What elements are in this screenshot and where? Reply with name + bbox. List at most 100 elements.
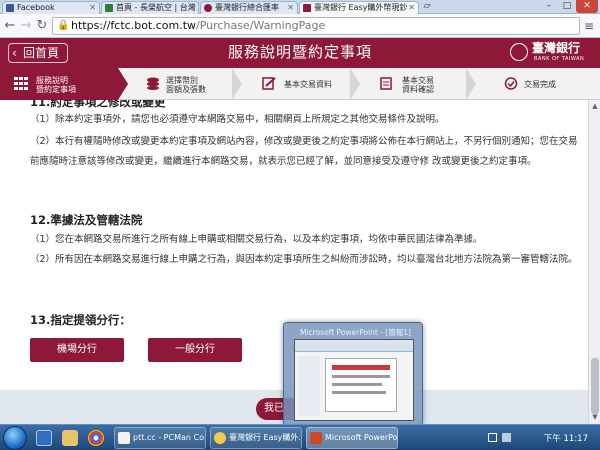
ppt-slide-list <box>298 356 320 416</box>
page-scrollbar[interactable]: ▲ ▼ <box>588 100 600 424</box>
windows-taskbar: ptt.cc - PCMan Co... 臺灣銀行 Easy購外... Micr… <box>0 424 600 450</box>
lock-icon: 🔒 <box>57 20 70 31</box>
taskbar-item-chrome[interactable]: 臺灣銀行 Easy購外... <box>210 427 302 449</box>
step-label: 面額及張數 <box>166 85 206 94</box>
ppt-slide <box>325 358 397 412</box>
chevron-left-icon: ‹ <box>12 46 17 60</box>
confirm-doc-icon <box>380 77 392 90</box>
powerpoint-icon <box>310 432 322 444</box>
window-close-button[interactable]: ✕ <box>576 0 598 13</box>
system-tray: 下午 11:17 <box>484 425 600 450</box>
taskbar-preview-popup[interactable]: Microsoft PowerPoint - [簡報1] <box>283 322 423 426</box>
browser-toolbar: ← → ↻ 🔒 https://fctc.bot.com.tw/Purchase… <box>0 14 600 38</box>
step-label: 基本交易 <box>402 76 434 85</box>
tab-title: 臺灣銀行總合匯率 <box>215 3 279 12</box>
step-complete: 交易完成 <box>486 68 596 100</box>
bank-seal-icon <box>510 43 528 61</box>
step-label: 服務說明 <box>36 76 68 85</box>
slide-text-line <box>332 391 386 394</box>
terms-paragraph: （1）除本約定事項外，請您也必須遵守本網路交易中，相關網頁上所規定之其他交易條件… <box>30 114 445 125</box>
chrome-icon <box>214 432 226 444</box>
bank-header: ‹ 回首頁 服務說明暨約定事項 臺灣銀行 BANK OF TAIWAN <box>0 38 600 68</box>
step-label: 交易完成 <box>524 80 556 89</box>
tab-title: 臺灣銀行 Easy購外幣現鈔 <box>314 3 408 12</box>
section-title: 11.約定事項之修改或變更 <box>30 100 166 109</box>
step-progress: 服務說明 暨約定事項 選擇幣別 面額及張數 基本交易資料 基本交易 資料確認 交… <box>0 68 600 100</box>
page-title: 服務說明暨約定事項 <box>227 43 372 61</box>
facebook-icon <box>6 4 14 12</box>
start-icon[interactable] <box>3 426 27 450</box>
section-title: 12.準據法及管轄法院 <box>30 213 143 227</box>
close-icon[interactable]: ✕ <box>188 2 195 14</box>
step-currency: 選擇幣別 面額及張數 <box>136 68 236 100</box>
step-arrow <box>466 68 476 100</box>
maximize-button[interactable]: □ <box>558 0 576 13</box>
tab-evaair[interactable]: 首頁 - 長榮航空 | 台灣 ✕ <box>101 1 199 14</box>
home-button-label: 回首頁 <box>23 46 60 60</box>
slide-text-line <box>332 375 390 378</box>
step-label: 暨約定事項 <box>36 85 76 94</box>
preview-title: Microsoft PowerPoint - [簡報1] <box>300 328 411 337</box>
home-button[interactable]: ‹ 回首頁 <box>8 43 69 63</box>
scroll-up-icon[interactable]: ▲ <box>590 101 600 111</box>
task-label: Microsoft PowerPoi... <box>325 433 398 442</box>
step-arrow <box>350 68 360 100</box>
url-host: https://fctc.bot.com.tw <box>71 19 197 32</box>
edit-icon <box>262 77 276 90</box>
scroll-down-icon[interactable]: ▼ <box>590 412 600 422</box>
taskbar-item-ptt[interactable]: ptt.cc - PCMan Co... <box>114 427 206 449</box>
preview-thumbnail[interactable] <box>294 339 414 421</box>
tab-bot-easy[interactable]: 臺灣銀行 Easy購外幣現鈔 ✕ <box>299 1 419 14</box>
step-basic-data: 基本交易資料 <box>252 68 352 100</box>
airport-branch-button[interactable]: 機場分行 <box>30 338 124 362</box>
ppt-ribbon <box>295 340 413 352</box>
bank-logo-en: BANK OF TAIWAN <box>534 56 585 62</box>
close-icon[interactable]: ✕ <box>408 2 415 14</box>
new-tab-button[interactable]: ▱ <box>420 0 434 13</box>
chrome-icon[interactable] <box>88 430 104 446</box>
pcman-icon <box>118 432 130 444</box>
step-label: 基本交易資料 <box>284 80 332 89</box>
check-circle-icon <box>504 77 518 90</box>
clock[interactable]: 下午 11:17 <box>544 432 588 444</box>
network-icon[interactable] <box>488 433 497 442</box>
slide-title-bar <box>332 365 390 370</box>
general-branch-button[interactable]: 一般分行 <box>148 338 242 362</box>
step-label: 資料確認 <box>402 85 434 94</box>
browser-tab-strip: Facebook ✕ 首頁 - 長榮航空 | 台灣 ✕ 臺灣銀行總合匯率 ✕ 臺… <box>0 0 600 14</box>
evaair-icon <box>105 4 113 12</box>
terms-paragraph: （2）所有因在本網路交易進行線上申購之行為，與因本約定事項所生之糾紛而涉訟時，均… <box>30 254 578 265</box>
reload-icon[interactable]: ↻ <box>34 18 50 34</box>
minimize-button[interactable]: – <box>540 0 558 13</box>
bank-logo: 臺灣銀行 BANK OF TAIWAN <box>510 41 592 65</box>
close-icon[interactable]: ✕ <box>89 2 96 14</box>
menu-icon[interactable]: ≡ <box>584 19 596 33</box>
taskbar-item-powerpoint[interactable]: Microsoft PowerPoi... <box>306 427 398 449</box>
ie-icon[interactable] <box>36 430 52 446</box>
step-service-terms: 服務說明 暨約定事項 <box>0 68 118 100</box>
tab-facebook[interactable]: Facebook ✕ <box>2 1 100 14</box>
close-icon[interactable]: ✕ <box>287 2 294 14</box>
coins-icon <box>147 77 159 90</box>
section-title: 13.指定提領分行： <box>30 313 131 327</box>
tab-title: 首頁 - 長榮航空 | 台灣 <box>116 3 196 12</box>
address-bar[interactable]: 🔒 https://fctc.bot.com.tw/Purchase/Warni… <box>52 17 580 35</box>
step-label: 選擇幣別 <box>166 76 198 85</box>
slide-text-line <box>332 383 382 386</box>
scroll-thumb[interactable] <box>591 358 599 414</box>
tab-bot-rate[interactable]: 臺灣銀行總合匯率 ✕ <box>200 1 298 14</box>
step-confirm: 基本交易 資料確認 <box>370 68 470 100</box>
back-arrow-icon[interactable]: ← <box>2 18 18 34</box>
task-label: 臺灣銀行 Easy購外... <box>229 433 302 442</box>
task-label: ptt.cc - PCMan Co... <box>133 433 206 442</box>
bot-icon <box>303 4 311 12</box>
step-arrow <box>232 68 242 100</box>
bank-logo-zh: 臺灣銀行 <box>532 41 581 55</box>
terms-paragraph: （2）本行有權隨時修改或變更本約定事項及網站內容，修改或變更後之約定事項將公佈在… <box>30 136 578 167</box>
tab-title: Facebook <box>17 3 55 12</box>
volume-icon[interactable] <box>502 433 511 442</box>
bot-icon <box>204 4 212 12</box>
terms-paragraph: （1）您在本網路交易所進行之所有線上申購或相關交易行為，以及本約定事項，均依中華… <box>30 234 483 245</box>
forward-arrow-icon[interactable]: → <box>18 18 34 34</box>
folder-icon[interactable] <box>62 430 78 446</box>
